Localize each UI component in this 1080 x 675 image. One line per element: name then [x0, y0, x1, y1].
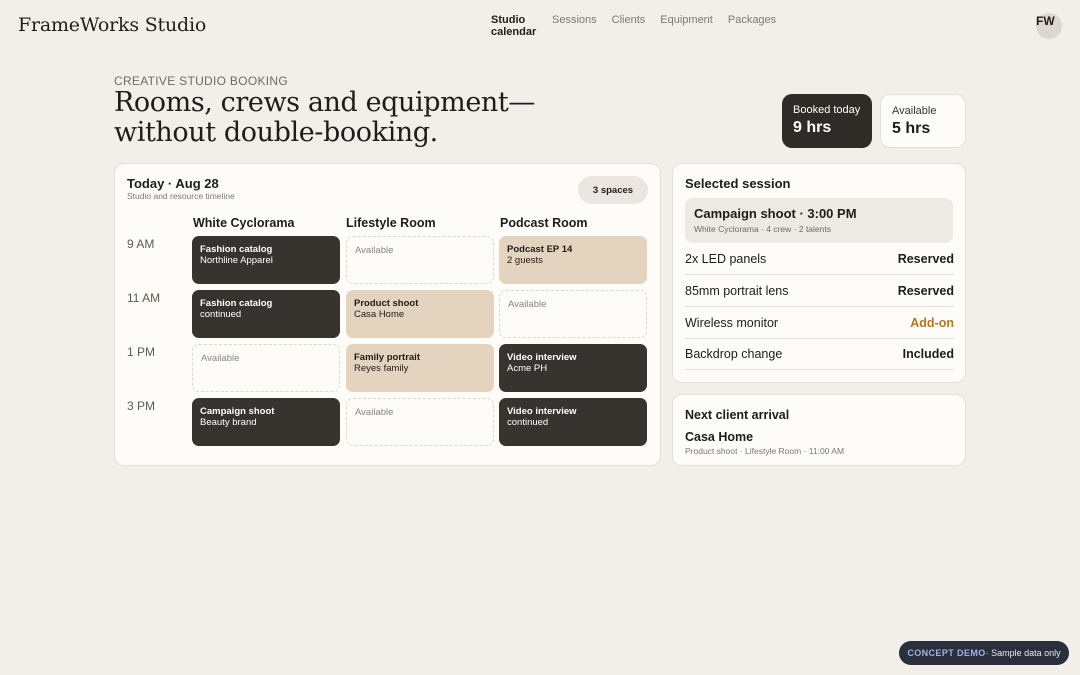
next-client-meta: Product shoot · Lifestyle Room · 11:00 A…	[685, 446, 845, 456]
booking-title: Family portrait	[354, 352, 420, 363]
stat-booked-today: Booked today 9 hrs	[782, 94, 872, 148]
room-header-white-cyclorama: White Cyclorama	[193, 216, 295, 230]
brand-logo[interactable]: FrameWorks Studio	[18, 14, 206, 36]
booking-title: Fashion catalog	[200, 244, 273, 255]
booking-slot[interactable]: Video interview Acme PH	[499, 344, 647, 392]
stat-label: Booked today	[793, 104, 861, 116]
stat-value: 5 hrs	[892, 120, 931, 137]
resource-status: Reserved	[897, 283, 954, 298]
booking-slot[interactable]: Video interview continued	[499, 398, 647, 446]
room-header-lifestyle-room: Lifestyle Room	[346, 216, 436, 230]
available-label: Available	[355, 245, 394, 256]
calendar-subtitle: Studio and resource timeline	[127, 191, 235, 201]
booking-slot[interactable]: Fashion catalog continued	[192, 290, 340, 338]
calendar-card: Today · Aug 28 Studio and resource timel…	[114, 163, 661, 466]
resource-label: Backdrop change	[685, 346, 783, 361]
top-bar: FrameWorks Studio Studio calendar Sessio…	[0, 0, 1080, 56]
session-name: Campaign shoot · 3:00 PM	[694, 206, 857, 221]
booking-client: Beauty brand	[200, 417, 257, 428]
page-title: Rooms, crews and equipment—without doubl…	[114, 87, 535, 148]
available-label: Available	[508, 299, 547, 310]
available-label: Available	[355, 407, 394, 418]
booking-title: Podcast EP 14	[507, 244, 573, 255]
resource-label: 85mm portrait lens	[685, 283, 789, 298]
avatar-initials: FW	[1036, 14, 1055, 28]
selected-session-card: Selected session Campaign shoot · 3:00 P…	[672, 163, 966, 383]
available-label: Available	[201, 353, 240, 364]
booking-client: 2 guests	[507, 255, 543, 266]
nav-equipment[interactable]: Equipment	[660, 14, 713, 38]
booking-client: continued	[507, 417, 549, 428]
nav-sessions[interactable]: Sessions	[552, 14, 597, 38]
resource-status: Included	[902, 346, 954, 361]
booking-client: Acme PH	[507, 363, 548, 374]
booking-client: continued	[200, 309, 242, 320]
calendar-title: Today · Aug 28	[127, 176, 219, 191]
available-slot[interactable]: Available	[346, 398, 494, 446]
time-label: 1 PM	[127, 345, 156, 359]
main-nav: Studio calendar Sessions Clients Equipme…	[491, 14, 776, 38]
resource-status-addon[interactable]: Add-on	[910, 316, 954, 330]
resource-label: 2x LED panels	[685, 251, 767, 266]
nav-packages[interactable]: Packages	[728, 14, 776, 38]
stat-value: 9 hrs	[793, 119, 832, 136]
stat-label: Available	[892, 105, 937, 117]
time-label: 3 PM	[127, 399, 156, 413]
stat-available: Available 5 hrs	[880, 94, 966, 148]
next-client-card: Next client arrival Casa Home Product sh…	[672, 394, 966, 466]
demo-badge: CONCEPT DEMO · Sample data only	[899, 641, 1069, 665]
spaces-filter-button[interactable]: 3 spaces	[578, 176, 648, 204]
booking-slot[interactable]: Family portrait Reyes family	[346, 344, 494, 392]
next-client-name[interactable]: Casa Home	[685, 430, 753, 444]
booking-title: Fashion catalog	[200, 298, 273, 309]
session-summary[interactable]: Campaign shoot · 3:00 PM White Cyclorama…	[685, 198, 953, 243]
booking-title: Video interview	[507, 352, 577, 363]
next-client-title: Next client arrival	[685, 408, 790, 422]
booking-slot[interactable]: Product shoot Casa Home	[346, 290, 494, 338]
booking-title: Video interview	[507, 406, 577, 417]
resource-row[interactable]: 85mm portrait lens Reserved	[685, 275, 954, 307]
available-slot[interactable]: Available	[346, 236, 494, 284]
resource-row[interactable]: Wireless monitor Add-on	[685, 307, 954, 339]
booking-slot[interactable]: Podcast EP 14 2 guests	[499, 236, 647, 284]
resource-row[interactable]: 2x LED panels Reserved	[685, 243, 954, 275]
session-meta: White Cyclorama · 4 crew · 2 talents	[694, 224, 831, 234]
booking-client: Reyes family	[354, 363, 409, 374]
nav-studio-calendar[interactable]: Studio calendar	[491, 14, 537, 38]
booking-client: Northline Apparel	[200, 255, 273, 266]
room-header-podcast-room: Podcast Room	[500, 216, 588, 230]
resource-status: Reserved	[897, 251, 954, 266]
demo-badge-tag: CONCEPT DEMO	[907, 648, 986, 658]
available-slot[interactable]: Available	[499, 290, 647, 338]
booking-title: Product shoot	[354, 298, 419, 309]
time-label: 11 AM	[127, 291, 161, 305]
selected-session-title: Selected session	[685, 176, 791, 191]
booking-slot[interactable]: Fashion catalog Northline Apparel	[192, 236, 340, 284]
available-slot[interactable]: Available	[192, 344, 340, 392]
demo-badge-text: · Sample data only	[985, 648, 1061, 658]
nav-clients[interactable]: Clients	[612, 14, 646, 38]
booking-slot[interactable]: Campaign shoot Beauty brand	[192, 398, 340, 446]
time-label: 9 AM	[127, 237, 155, 251]
resource-label: Wireless monitor	[685, 315, 779, 330]
booking-title: Campaign shoot	[200, 406, 275, 417]
booking-client: Casa Home	[354, 309, 405, 320]
resource-row[interactable]: Backdrop change Included	[685, 338, 954, 370]
eyebrow-label: CREATIVE STUDIO BOOKING	[114, 74, 289, 88]
